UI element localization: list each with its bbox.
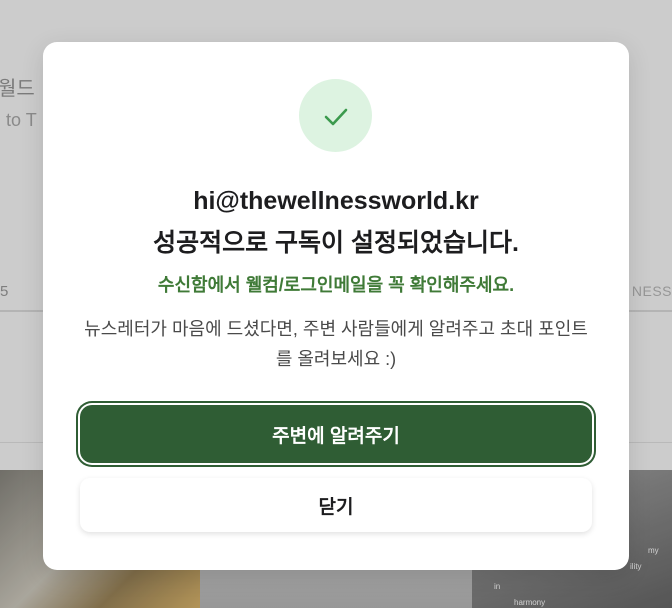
subscription-success-modal: hi@thewellnessworld.kr 성공적으로 구독이 설정되었습니다… (43, 42, 629, 570)
check-icon (324, 108, 347, 125)
success-badge (299, 79, 372, 152)
subscriber-email: hi@thewellnessworld.kr (193, 187, 479, 215)
close-button[interactable]: 닫기 (80, 478, 592, 532)
welcome-mail-notice: 수신함에서 웰컴/로그인메일을 꼭 확인해주세요. (157, 275, 515, 295)
share-button[interactable]: 주변에 알려주기 (80, 405, 592, 463)
success-message: 성공적으로 구독이 설정되었습니다. (153, 229, 519, 257)
share-invite-message: 뉴스레터가 마음에 드셨다면, 주변 사람들에게 알려주고 초대 포인트를 올려… (84, 319, 588, 369)
